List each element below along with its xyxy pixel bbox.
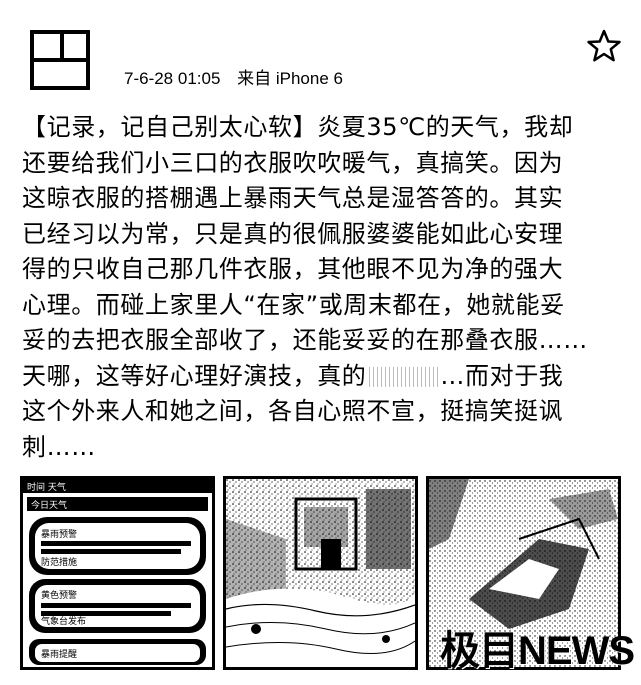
post-line-part: 天哪，这等好心理好演技，真的: [22, 361, 367, 390]
post-line: 【记录，记自己别太心软】炎夏35℃的天气，我却: [22, 113, 574, 141]
svg-text:今日天气: 今日天气: [31, 499, 67, 511]
post-line: 天哪，这等好心理好演技，真的 …而对于我: [22, 359, 632, 395]
post-line: 这晾衣服的搭棚遇上暴雨天气总是湿答答的。其实: [22, 184, 564, 212]
post-line: 刺……: [22, 432, 96, 461]
star-icon[interactable]: [586, 28, 622, 64]
svg-text:时间 天气: 时间 天气: [27, 481, 66, 493]
post-line: 已经习以为常，只是真的很佩服婆婆能如此心安理: [22, 219, 564, 248]
post-meta: 7-6-28 01:05 来自 iPhone 6: [124, 64, 343, 89]
svg-text:气象台发布: 气象台发布: [41, 615, 86, 627]
post-line: 还要给我们小三口的衣服吹吹暖气，真搞笑。因为: [22, 148, 564, 177]
news-watermark: 极目NEWS: [440, 629, 635, 673]
svg-text:防范措施: 防范措施: [41, 556, 77, 568]
post-text: 【记录，记自己别太心软】炎夏35℃的天气，我却 还要给我们小三口的衣服吹吹暖气，…: [22, 110, 632, 465]
svg-text:黄色预警: 黄色预警: [41, 589, 77, 601]
post-line: 这个外来人和她之间，各自心照不宣，挺搞笑挺讽: [22, 397, 564, 425]
post-line: 得的只收自己那几件衣服，其他眼不见为净的强大: [22, 255, 564, 283]
avatar-divider: [60, 34, 64, 58]
svg-text:暴雨预警: 暴雨预警: [41, 528, 77, 540]
avatar-bar: [34, 58, 86, 62]
news-screenshot-image: 时间 天气 今日天气 暴雨预警 防范措施 黄色预警 气象台发布 暴雨提醒: [23, 479, 212, 667]
thumbnail-news-screenshot[interactable]: 时间 天气 今日天气 暴雨预警 防范措施 黄色预警 气象台发布 暴雨提醒: [20, 476, 215, 670]
svg-text:暴雨提醒: 暴雨提醒: [41, 649, 77, 660]
post-timestamp: 7-6-28 01:05: [124, 69, 221, 88]
post-line: 妥的去把衣服全部收了，还能妥妥的在那叠衣服……: [22, 326, 588, 354]
thumbnail-flood-street[interactable]: [223, 476, 418, 670]
post-line-part: …而对于我: [440, 361, 564, 390]
flood-street-image: [226, 479, 415, 667]
post-line: 心理。而碰上家里人“在家”或周末都在，她就能妥: [22, 290, 565, 319]
avatar[interactable]: [30, 30, 90, 90]
post-source: 来自 iPhone 6: [237, 69, 343, 88]
redacted-text: [366, 366, 441, 387]
